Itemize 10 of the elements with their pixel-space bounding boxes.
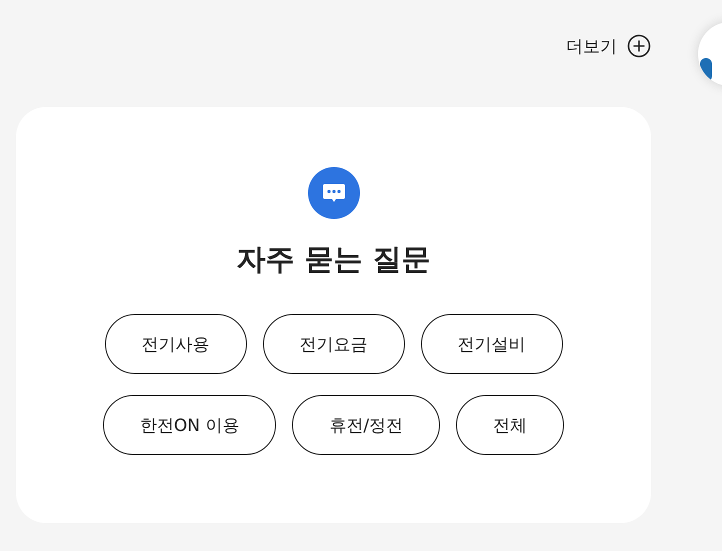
category-button[interactable]: 한전ON 이용: [102, 395, 276, 455]
more-link[interactable]: 더보기: [566, 34, 651, 58]
faq-title: 자주 묻는 질문: [236, 241, 431, 277]
category-button[interactable]: 휴전/정전: [292, 395, 440, 455]
category-button[interactable]: 전기사용: [104, 314, 246, 374]
plus-circle-icon: [627, 34, 651, 58]
category-button[interactable]: 전기요금: [262, 314, 404, 374]
category-button[interactable]: 전체: [456, 395, 564, 455]
chat-bubble-icon: [308, 167, 360, 219]
category-button[interactable]: 전기설비: [420, 314, 562, 374]
